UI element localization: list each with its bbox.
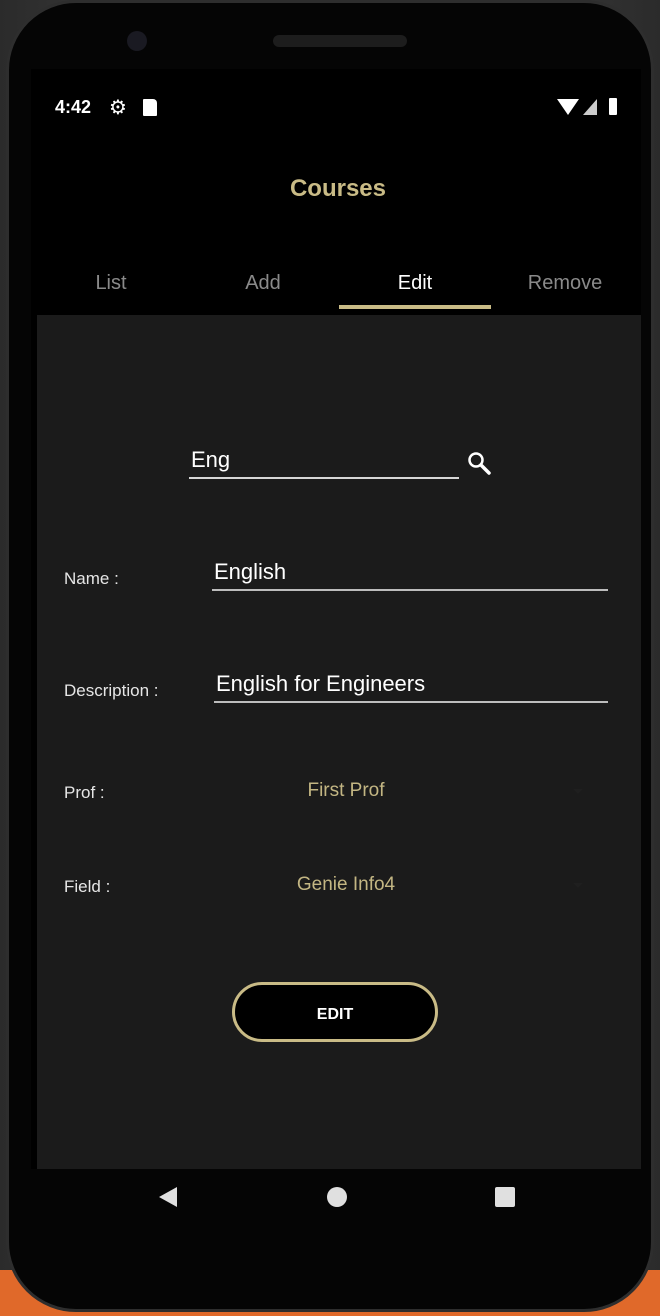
active-tab-indicator <box>339 305 491 309</box>
prof-label: Prof : <box>64 783 105 802</box>
system-navigation-bar <box>31 1169 641 1229</box>
tab-add[interactable]: Add <box>187 265 339 313</box>
tab-bar: List Add Edit Remove <box>31 265 641 313</box>
back-icon[interactable] <box>159 1187 177 1207</box>
edit-button[interactable]: EDIT <box>232 982 438 1042</box>
name-field[interactable]: English <box>212 555 608 591</box>
recents-icon[interactable] <box>495 1187 515 1207</box>
chevron-down-icon[interactable] <box>573 883 583 888</box>
tab-list[interactable]: List <box>35 265 187 313</box>
name-label: Name : <box>64 569 119 588</box>
page-title: Courses <box>289 175 387 202</box>
status-bar: 4:42 ⚙ <box>31 93 641 123</box>
tab-remove[interactable]: Remove <box>489 265 641 313</box>
search-icon[interactable] <box>467 451 491 475</box>
field-dropdown[interactable]: Genie Info4 <box>197 874 495 896</box>
front-camera <box>127 31 147 51</box>
search-input[interactable]: Eng <box>189 443 459 479</box>
sim-icon <box>143 99 157 116</box>
description-label: Description : <box>64 681 159 700</box>
phone-frame: 4:42 ⚙ Courses List Add Edit Remove Eng … <box>6 0 654 1312</box>
wifi-icon <box>557 99 579 115</box>
field-label: Field : <box>64 877 111 896</box>
edit-form-panel: Eng Name : English Description : English… <box>37 315 641 1169</box>
app-screen: 4:42 ⚙ Courses List Add Edit Remove Eng … <box>31 69 641 1169</box>
status-time: 4:42 <box>55 97 92 117</box>
home-icon[interactable] <box>327 1187 347 1207</box>
earpiece-speaker <box>273 35 407 47</box>
description-field[interactable]: English for Engineers <box>214 667 608 703</box>
gear-icon: ⚙ <box>109 97 127 119</box>
signal-icon <box>583 99 597 115</box>
chevron-down-icon[interactable] <box>573 789 583 794</box>
prof-dropdown[interactable]: First Prof <box>197 780 495 802</box>
battery-icon <box>609 98 617 115</box>
